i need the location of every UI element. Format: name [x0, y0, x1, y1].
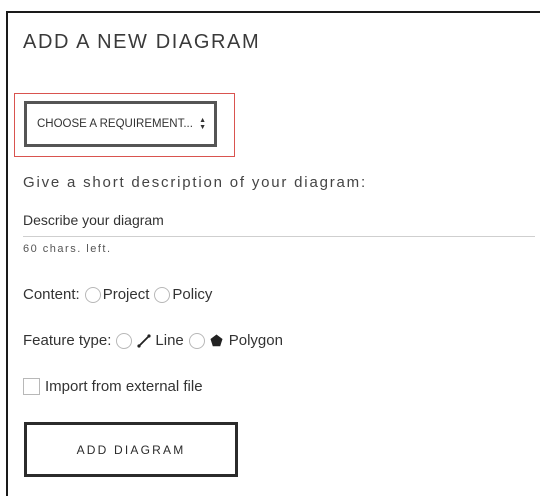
polygon-icon	[210, 334, 223, 347]
import-checkbox[interactable]	[23, 378, 40, 395]
chars-left-counter: 60 chars. left.	[23, 243, 112, 255]
content-radio-policy[interactable]	[154, 286, 171, 303]
page-title: ADD A NEW DIAGRAM	[23, 31, 261, 53]
requirement-select[interactable]: CHOOSE A REQUIREMENT... ▲ ▼	[24, 101, 217, 147]
feature-type-label: Feature type:	[23, 332, 112, 349]
import-row: Import from external file	[23, 378, 203, 395]
feature-radio-polygon[interactable]	[188, 332, 205, 349]
select-arrows-icon: ▲ ▼	[199, 117, 206, 131]
content-option-policy-label: Policy	[172, 286, 213, 303]
content-option-project-label: Project	[102, 286, 150, 303]
import-label: Import from external file	[45, 378, 203, 395]
feature-option-line-label: Line	[155, 332, 184, 349]
line-icon	[137, 333, 151, 348]
add-diagram-button[interactable]: ADD DIAGRAM	[24, 422, 238, 477]
content-radio-project[interactable]	[84, 286, 101, 303]
feature-type-row: Feature type: Line Polygon	[23, 332, 283, 349]
content-row: Content: Project Policy	[23, 286, 212, 303]
description-label: Give a short description of your diagram…	[23, 174, 367, 191]
feature-radio-line[interactable]	[116, 332, 133, 349]
feature-option-polygon-label: Polygon	[228, 332, 283, 349]
content-label: Content:	[23, 286, 80, 303]
description-input[interactable]	[23, 204, 535, 237]
requirement-select-value: CHOOSE A REQUIREMENT...	[37, 118, 193, 130]
